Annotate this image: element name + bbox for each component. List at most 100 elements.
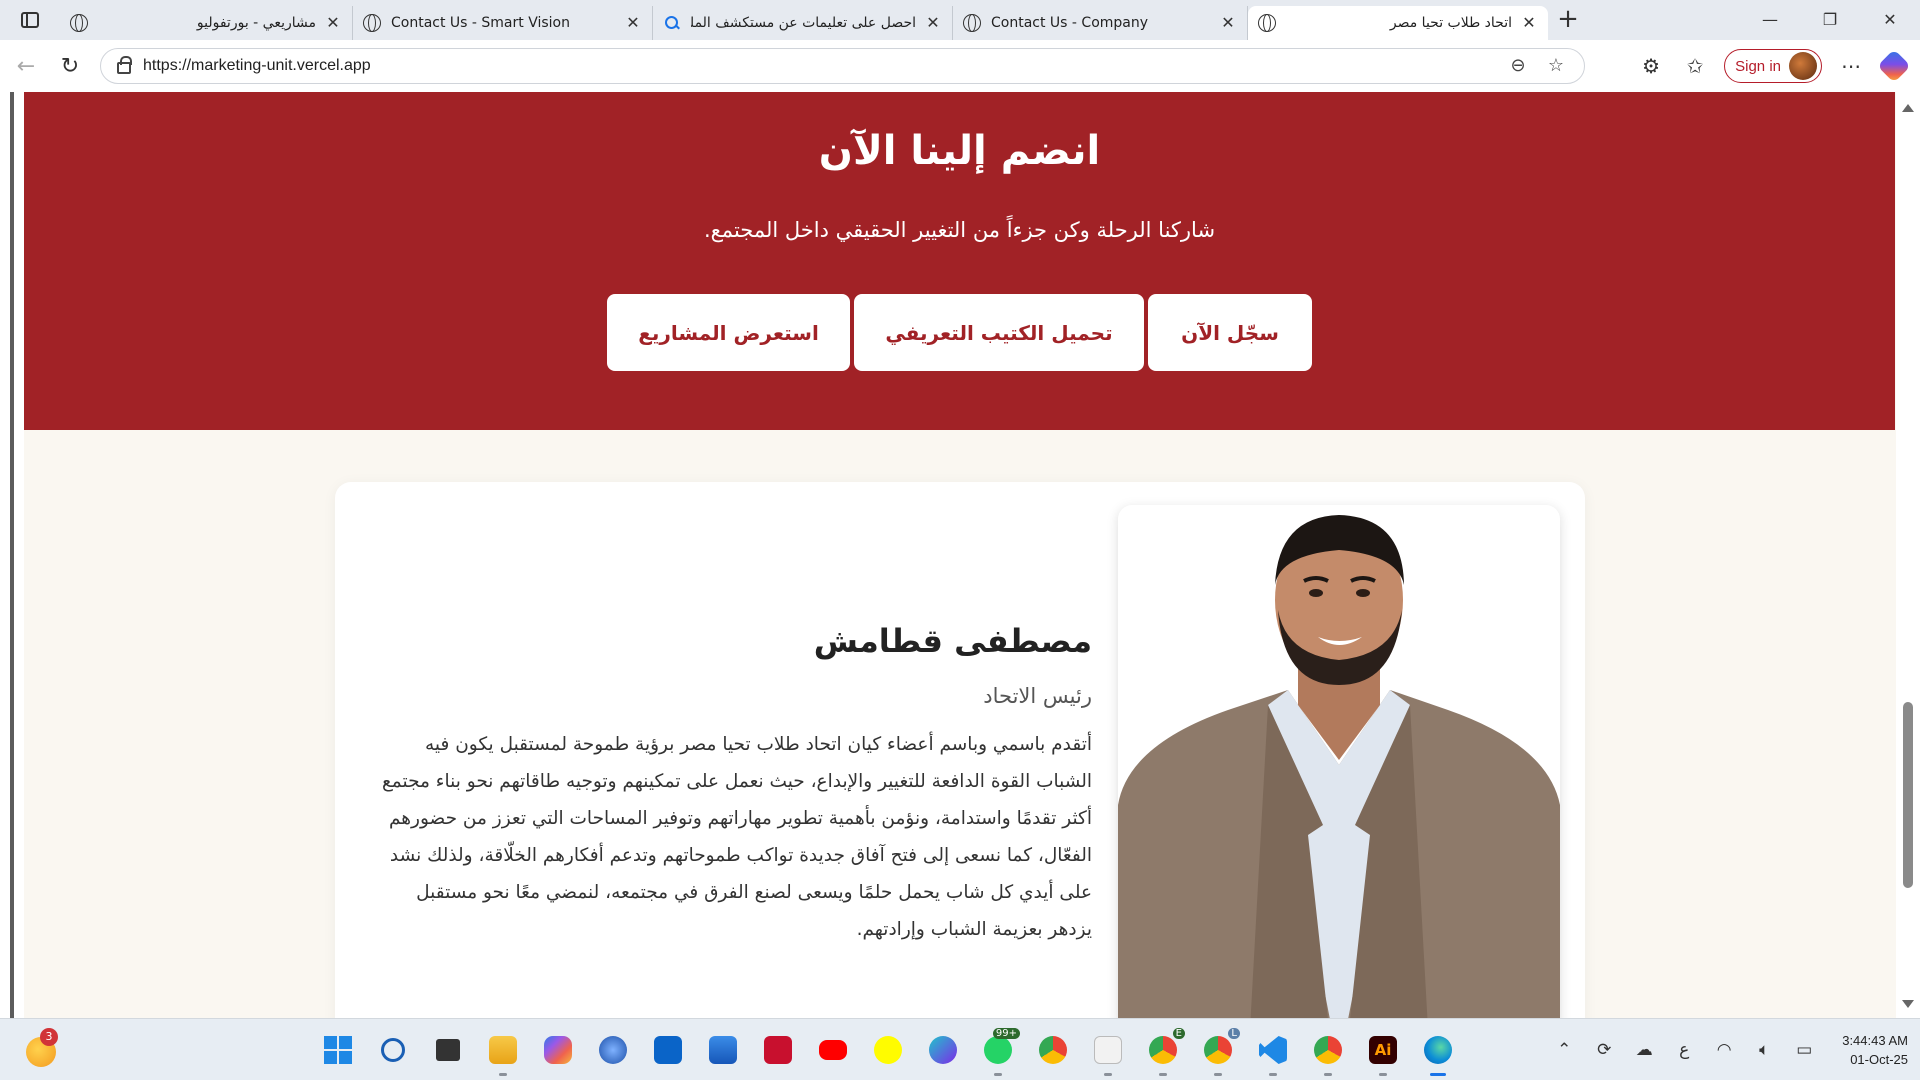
search-icon [663,14,681,32]
browser-tab-strip: مشاريعي - بورتفوليو ✕ Contact Us - Smart… [0,0,1920,40]
leader-card: مصطفى قطامش رئيس الاتحاد أتقدم باسمي وبا… [335,482,1585,1018]
file-explorer-button[interactable] [481,1028,525,1076]
join-us-section: انضم إلينا الآن شاركنا الرحلة وكن جزءاً … [24,92,1895,430]
sign-in-button[interactable]: Sign in [1724,49,1822,83]
battery-icon[interactable]: ▭ [1792,1040,1816,1060]
canva-button[interactable] [921,1028,965,1072]
vscode-button[interactable] [1251,1028,1295,1076]
close-icon[interactable]: ✕ [924,14,942,32]
tab-title: Contact Us - Smart Vision [391,15,570,31]
canva-icon [929,1036,957,1064]
start-button[interactable] [316,1028,360,1072]
more-menu-icon[interactable]: ⋯ [1836,51,1866,81]
page-scrollbar[interactable] [1896,92,1920,1018]
youtube-button[interactable] [811,1028,855,1072]
minimize-button[interactable]: — [1740,0,1800,40]
tab-portfolio[interactable]: مشاريعي - بورتفوليو ✕ [60,6,353,40]
edge-icon [1424,1036,1452,1064]
app-button[interactable] [591,1028,635,1072]
vscode-icon [1259,1036,1287,1064]
favorite-star-icon[interactable]: ☆ [1546,56,1566,76]
chrome-profile-l-button[interactable]: L [1196,1028,1240,1076]
download-brochure-button[interactable]: تحميل الكتيب التعريفي [854,294,1144,371]
reading-mode-icon[interactable]: ⊖ [1508,56,1528,76]
copilot-app-button[interactable] [536,1028,580,1072]
register-button[interactable]: سجّل الآن [1148,294,1312,371]
snapchat-button[interactable] [866,1028,910,1072]
join-buttons: سجّل الآن تحميل الكتيب التعريفي استعرض ا… [24,294,1895,371]
wifi-icon[interactable]: ◠ [1712,1040,1736,1060]
lock-icon[interactable] [117,56,132,74]
weather-widget-icon[interactable]: 3 [26,1028,58,1067]
globe-icon [963,14,981,32]
close-icon[interactable]: ✕ [1520,14,1538,32]
window-controls: — ❐ ✕ [1740,0,1920,40]
taskbar-clock[interactable]: 3:44:43 AM 01-Oct-25 [1842,1031,1908,1069]
tab-actions-icon [21,12,39,28]
close-icon[interactable]: ✕ [1219,14,1237,32]
youtube-icon [819,1040,847,1060]
terminal-button[interactable] [1086,1028,1130,1076]
scroll-up-arrow-icon[interactable] [1902,104,1914,112]
address-bar[interactable]: https://marketing-unit.vercel.app ⊖ ☆ [100,48,1585,84]
close-window-button[interactable]: ✕ [1860,0,1920,40]
task-view-button[interactable] [426,1028,470,1072]
task-view-icon [436,1039,460,1061]
chrome-profile-button[interactable] [1306,1028,1350,1076]
browser-toolbar: ← ↻ https://marketing-unit.vercel.app ⊖ … [0,40,1920,92]
new-tab-button[interactable]: + [1548,0,1588,40]
left-edge [0,92,24,1018]
outlook-button[interactable] [646,1028,690,1072]
chevron-up-icon[interactable]: ⌃ [1552,1040,1576,1060]
leader-name: مصطفى قطامش [813,622,1092,660]
scroll-thumb[interactable] [1903,702,1913,888]
join-subtitle: شاركنا الرحلة وكن جزءاً من التغيير الحقي… [703,218,1216,242]
tab-company-contact[interactable]: Contact Us - Company ✕ [953,6,1248,40]
leader-role: رئيس الاتحاد [983,684,1092,708]
chrome-icon [1314,1036,1342,1064]
url-text[interactable]: https://marketing-unit.vercel.app [143,57,1508,75]
back-button[interactable]: ← [4,44,48,88]
taskbar-apps: 99+ E L Ai [316,1028,1460,1076]
refresh-button[interactable]: ↻ [48,44,92,88]
chrome-icon [1039,1036,1067,1064]
search-taskbar-button[interactable] [371,1028,415,1072]
chrome-button[interactable] [1031,1028,1075,1072]
sync-icon[interactable]: ⟳ [1592,1040,1616,1060]
tab-student-union[interactable]: اتحاد طلاب تحيا مصر ✕ [1248,6,1548,40]
restore-button[interactable]: ❐ [1800,0,1860,40]
join-title: انضم إلينا الآن [818,128,1101,174]
copilot-icon [544,1036,572,1064]
search-icon [381,1038,405,1062]
tab-file-explorer-help[interactable]: احصل على تعليمات عن مستكشف الملفات في ✕ [653,6,953,40]
extensions-icon[interactable]: ⚙ [1636,51,1666,81]
screen-recorder-icon [764,1036,792,1064]
whatsapp-button[interactable]: 99+ [976,1028,1020,1076]
language-indicator[interactable]: ع [1672,1040,1696,1060]
windows-logo-icon [324,1036,352,1064]
tab-title: اتحاد طلاب تحيا مصر [1389,15,1512,31]
view-projects-button[interactable]: استعرض المشاريع [607,294,850,371]
close-icon[interactable]: ✕ [324,14,342,32]
notification-badge: 3 [40,1028,58,1046]
edge-button[interactable] [1416,1028,1460,1076]
leader-photo [1118,505,1560,1018]
tab-actions-button[interactable] [0,0,60,40]
illustrator-icon: Ai [1369,1036,1397,1064]
scroll-down-arrow-icon[interactable] [1902,1000,1914,1008]
tab-title: احصل على تعليمات عن مستكشف الملفات في [691,15,916,31]
globe-icon [363,14,381,32]
chrome-icon [1204,1036,1232,1064]
favorites-icon[interactable]: ✩ [1680,51,1710,81]
volume-icon[interactable]: 🔈︎ [1752,1040,1776,1060]
cloud-off-icon[interactable]: ☁ [1632,1040,1656,1060]
system-tray: ⌃ ⟳ ☁ ع ◠ 🔈︎ ▭ 3:44:43 AM 01-Oct-25 [1552,1019,1908,1080]
page-viewport: انضم إلينا الآن شاركنا الرحلة وكن جزءاً … [0,92,1920,1018]
close-icon[interactable]: ✕ [624,14,642,32]
copilot-icon[interactable] [1877,49,1911,83]
chrome-profile-e-button[interactable]: E [1141,1028,1185,1076]
recorder-button[interactable] [756,1028,800,1072]
illustrator-button[interactable]: Ai [1361,1028,1405,1076]
store-button[interactable] [701,1028,745,1072]
tab-smart-vision[interactable]: Contact Us - Smart Vision ✕ [353,6,653,40]
